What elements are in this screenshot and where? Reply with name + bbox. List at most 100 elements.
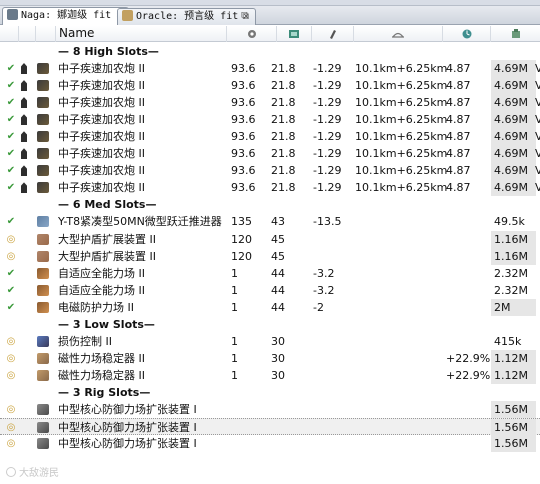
tab-naga-fit[interactable]: Naga: 娜迦级 fit✕ [2,7,130,25]
header-powergrid[interactable] [276,26,311,42]
slot-group-header[interactable]: — 3 Low Slots— [0,316,540,333]
module-stat-4: 4.87 [446,113,471,127]
module-stat-5: 415k [494,334,522,348]
offline-circle-icon[interactable]: ◎ [6,367,16,384]
new-tab-icon[interactable]: ⧉ [238,9,252,23]
module-row[interactable]: ◎ 损伤控制 II 1 30 415k [0,333,540,350]
module-stat-1: 21.8 [271,147,296,161]
module-stat-0: 1 [231,266,238,280]
module-stat-1: 21.8 [271,130,296,144]
header-range[interactable] [353,26,442,42]
module-stat-1: 30 [271,351,285,365]
module-stat-5: 1.12M [491,349,536,367]
charge-icon [21,114,27,126]
offline-circle-icon[interactable]: ◎ [6,401,16,418]
offline-circle-icon[interactable]: ◎ [6,435,16,452]
header-icon2[interactable] [35,26,55,42]
online-check-icon[interactable]: ✔ [6,128,16,145]
module-stat-4: 4.87 [446,147,471,161]
online-check-icon[interactable]: ✔ [6,179,16,196]
charge-icon [21,97,27,109]
module-name: Y-T8紧凑型50MN微型跃迁推进器 [58,215,222,229]
online-check-icon[interactable]: ✔ [6,299,16,316]
module-stat-5: 1.16M [491,247,536,265]
module-row[interactable]: ◎ 中型核心防御力场扩张装置 I 1.56M [0,400,540,418]
module-row[interactable]: ✔ 电磁防护力场 II 1 44 -2 2M [0,298,540,316]
online-check-icon[interactable]: ✔ [6,145,16,162]
rig-module-icon [37,422,49,434]
module-stat-1: 44 [271,266,285,280]
module-stat-1: 21.8 [271,96,296,110]
module-row[interactable]: ◎ 磁性力场稳定器 II 1 30 +22.9% 1.12M [0,366,540,384]
module-stat-5: 2.32M [494,283,528,297]
module-stat-2: -1.29 [313,113,342,127]
header-name[interactable]: Name [55,26,226,42]
module-stat-0: 93.6 [231,130,256,144]
offline-circle-icon[interactable]: ◎ [6,419,16,436]
hardener-module-icon [37,301,49,313]
watermark: 大敌游民 [6,464,59,479]
offline-circle-icon[interactable]: ◎ [6,333,16,350]
module-row[interactable]: ◎ 大型护盾扩展装置 II 120 45 1.16M [0,230,540,248]
module-row[interactable]: ◎ 中型核心防御力场扩张装置 I 1.56M [0,435,540,453]
header-price[interactable] [490,26,540,42]
module-name: 中子疾速加农炮 II [58,164,145,178]
offline-circle-icon[interactable]: ◎ [6,350,16,367]
module-stat-5: 1.56M [491,435,536,453]
online-check-icon[interactable]: ✔ [6,162,16,179]
module-stat-1: 30 [271,368,285,382]
ship-icon [7,9,18,20]
module-stat-4: 4.87 [446,96,471,110]
header-damage[interactable] [311,26,353,42]
module-row[interactable]: ✔ 中子疾速加农炮 II 93.6 21.8 -1.29 10.1km+6.25km 4.8… [0,60,540,78]
online-check-icon[interactable]: ✔ [6,77,16,94]
module-row[interactable]: ✔ Y-T8紧凑型50MN微型跃迁推进器 135 43 -13.5 49.5k [0,213,540,230]
slot-group-header[interactable]: — 3 Rig Slots— [0,384,540,401]
module-stat-5: 4.69M [491,77,536,95]
offline-circle-icon[interactable]: ◎ [6,231,16,248]
module-row[interactable]: ◎ 大型护盾扩展装置 II 120 45 1.16M [0,247,540,265]
tab-oracle-fit[interactable]: Oracle: 预言级 fit ✕ [117,8,257,25]
slot-group-label: — 3 Rig Slots— [58,385,151,399]
module-row[interactable]: ✔ 自适应全能力场 II 1 44 -3.2 2.32M [0,282,540,299]
module-stat-0: 93.6 [231,79,256,93]
online-check-icon[interactable]: ✔ [6,265,16,282]
slot-group-header[interactable]: — 8 High Slots— [0,43,540,60]
online-check-icon[interactable]: ✔ [6,60,16,77]
hardener-module-icon [37,267,49,279]
module-name: 磁性力场稳定器 II [58,351,145,365]
header-cpu[interactable] [226,26,276,42]
module-row[interactable]: ✔ 自适应全能力场 II 1 44 -3.2 2.32M [0,265,540,282]
mwd-module-icon [37,216,49,228]
module-stat-1: 21.8 [271,62,296,76]
module-name: 中子疾速加农炮 II [58,113,145,127]
module-row[interactable]: ✔ 中子疾速加农炮 II 93.6 21.8 -1.29 10.1km+6.25km 4.8… [0,77,540,95]
module-row[interactable]: ✔ 中子疾速加农炮 II 93.6 21.8 -1.29 10.1km+6.25km 4.8… [0,179,540,197]
module-row[interactable]: ✔ 中子疾速加农炮 II 93.6 21.8 -1.29 10.1km+6.25km 4.8… [0,94,540,112]
gun-module-icon [37,165,49,177]
module-stat-5: 4.69M [491,94,536,112]
module-row[interactable]: ✔ 中子疾速加农炮 II 93.6 21.8 -1.29 10.1km+6.25km 4.8… [0,145,540,163]
header-state[interactable] [0,26,18,42]
online-check-icon[interactable]: ✔ [6,111,16,128]
online-check-icon[interactable]: ✔ [6,282,16,299]
module-row[interactable]: ✔ 中子疾速加农炮 II 93.6 21.8 -1.29 10.1km+6.25km 4.8… [0,111,540,129]
module-stat-0: 93.6 [231,181,256,195]
module-stat-2: -2 [313,300,324,314]
range-icon [392,32,404,38]
module-name: 中子疾速加农炮 II [58,62,145,76]
module-row[interactable]: ✔ 中子疾速加农炮 II 93.6 21.8 -1.29 10.1km+6.25km 4.8… [0,128,540,146]
module-row[interactable]: ◎ 磁性力场稳定器 II 1 30 +22.9% 1.12M [0,349,540,367]
module-stat-2: -1.29 [313,147,342,161]
slot-group-header[interactable]: — 6 Med Slots— [0,196,540,213]
header-icon[interactable] [18,26,35,42]
offline-circle-icon[interactable]: ◎ [6,248,16,265]
module-name: 电磁防护力场 II [58,300,134,314]
online-check-icon[interactable]: ✔ [6,94,16,111]
module-row[interactable]: ◎ 中型核心防御力场扩张装置 I 1.56M [0,418,540,437]
online-check-icon[interactable]: ✔ [6,213,16,230]
module-row[interactable]: ✔ 中子疾速加农炮 II 93.6 21.8 -1.29 10.1km+6.25km 4.8… [0,162,540,180]
module-stat-1: 44 [271,283,285,297]
header-rate[interactable] [442,26,490,42]
module-stat-2: -3.2 [313,283,335,297]
